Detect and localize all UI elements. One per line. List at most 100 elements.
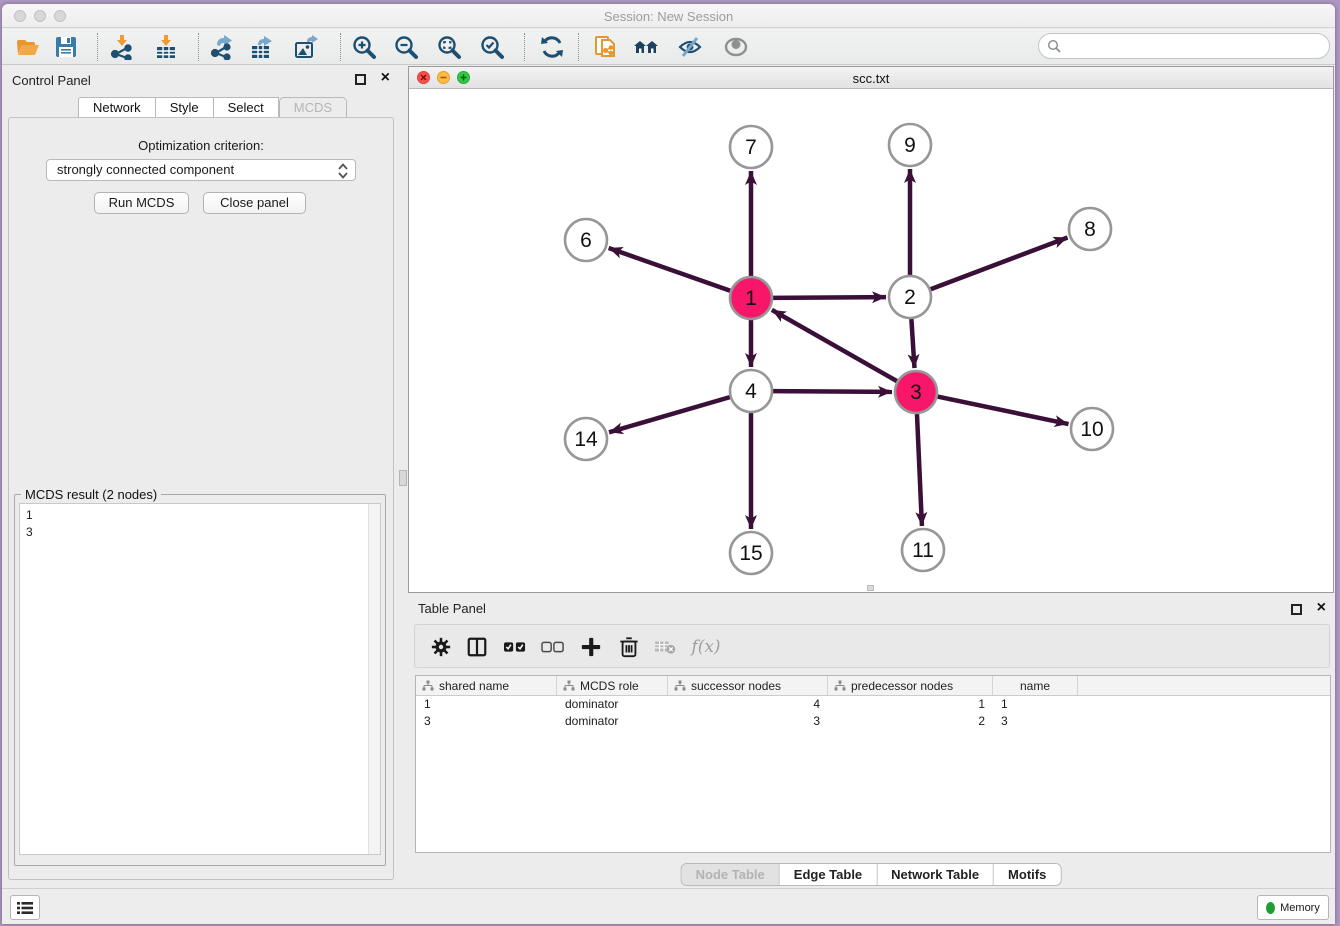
select-all-icon[interactable] (501, 633, 529, 661)
run-mcds-button[interactable]: Run MCDS (94, 192, 189, 214)
hierarchy-icon (834, 680, 846, 692)
zoom-fit-icon[interactable] (435, 33, 463, 61)
graph-node-10[interactable]: 10 (1071, 408, 1113, 450)
table-row[interactable]: 1 dominator 4 1 1 (416, 696, 1330, 713)
table-cell[interactable]: dominator (557, 713, 668, 730)
split-columns-icon[interactable] (463, 633, 491, 661)
export-network-icon[interactable] (208, 33, 236, 61)
criterion-select[interactable]: strongly connected component (46, 159, 356, 181)
column-label: name (1020, 679, 1050, 693)
graph-node-9[interactable]: 9 (889, 124, 931, 166)
tab-style[interactable]: Style (156, 97, 214, 118)
network-canvas[interactable]: 7 9 6 8 1 2 4 3 14 10 15 11 (409, 89, 1333, 592)
window-titlebar: Session: New Session (2, 4, 1335, 28)
close-panel-icon[interactable]: × (381, 69, 390, 87)
svg-text:10: 10 (1080, 418, 1103, 441)
panel-splitter-grip[interactable] (399, 470, 407, 486)
deselect-all-icon[interactable] (539, 633, 567, 661)
table-cell[interactable]: 3 (993, 713, 1078, 730)
graph-node-4[interactable]: 4 (730, 370, 772, 412)
open-session-icon[interactable] (14, 33, 42, 61)
task-history-button[interactable] (10, 895, 40, 920)
toolbar-separator (198, 33, 199, 61)
frame-resize-grip[interactable] (867, 585, 874, 591)
tab-mcds[interactable]: MCDS (279, 97, 347, 118)
graph-edge-1-6[interactable] (609, 248, 731, 291)
graph-edge-4-3[interactable] (773, 391, 892, 392)
function-builder-icon[interactable]: f(x) (687, 633, 725, 661)
graph-node-2[interactable]: 2 (889, 276, 931, 318)
search-icon (1047, 39, 1062, 54)
clone-network-icon[interactable] (592, 33, 620, 61)
first-neighbors-icon[interactable] (632, 33, 660, 61)
delete-icon[interactable] (615, 633, 643, 661)
graph-node-14[interactable]: 14 (565, 418, 607, 460)
close-panel-button[interactable]: Close panel (203, 192, 306, 214)
graph-edge-2-3[interactable] (911, 319, 914, 368)
graph-node-6[interactable]: 6 (565, 219, 607, 261)
result-scrollbar[interactable] (368, 504, 380, 854)
hierarchy-icon (563, 680, 575, 692)
svg-text:8: 8 (1084, 218, 1096, 241)
graph-node-15[interactable]: 15 (730, 532, 772, 574)
mcds-result-text[interactable]: 1 3 (19, 503, 381, 855)
graph-node-8[interactable]: 8 (1069, 208, 1111, 250)
save-session-icon[interactable] (52, 33, 80, 61)
tab-select[interactable]: Select (214, 97, 279, 118)
network-canvas-svg: 7 9 6 8 1 2 4 3 14 10 15 11 (409, 89, 1333, 592)
delete-table-icon[interactable] (651, 633, 679, 661)
column-header-name[interactable]: name (993, 676, 1078, 695)
node-table: shared name MCDS role successor nodes pr… (415, 675, 1331, 853)
add-column-icon[interactable] (577, 633, 605, 661)
tab-node-table[interactable]: Node Table (682, 864, 779, 885)
tab-network-table[interactable]: Network Table (876, 864, 993, 885)
mcds-result-title: MCDS result (2 nodes) (21, 487, 161, 502)
import-network-icon[interactable] (108, 33, 136, 61)
export-image-icon[interactable] (292, 33, 320, 61)
show-all-icon[interactable] (722, 33, 750, 61)
graph-node-11[interactable]: 11 (902, 529, 944, 571)
table-cell[interactable]: 4 (668, 696, 828, 713)
column-header-successor-nodes[interactable]: successor nodes (668, 676, 828, 695)
graph-edge-1-2[interactable] (773, 297, 886, 298)
graph-node-3[interactable]: 3 (895, 371, 937, 413)
close-table-panel-icon[interactable]: × (1317, 599, 1326, 617)
memory-label: Memory (1280, 902, 1320, 914)
float-panel-icon[interactable] (355, 74, 366, 85)
graph-edge-2-8[interactable] (931, 237, 1068, 289)
table-toolbar: f(x) (414, 624, 1330, 668)
table-cell[interactable]: 1 (416, 696, 557, 713)
tab-network[interactable]: Network (78, 97, 156, 118)
apply-layout-icon[interactable] (538, 33, 566, 61)
tab-motifs[interactable]: Motifs (993, 864, 1060, 885)
table-cell[interactable]: 3 (416, 713, 557, 730)
graph-edge-3-10[interactable] (938, 397, 1069, 425)
table-cell[interactable]: dominator (557, 696, 668, 713)
gear-icon[interactable] (427, 633, 455, 661)
column-header-mcds-role[interactable]: MCDS role (557, 676, 668, 695)
graph-edge-4-14[interactable] (609, 397, 730, 432)
table-cell[interactable]: 3 (668, 713, 828, 730)
table-cell[interactable]: 1 (828, 696, 993, 713)
float-table-panel-icon[interactable] (1291, 604, 1302, 615)
tab-edge-table[interactable]: Edge Table (779, 864, 876, 885)
export-table-icon[interactable] (248, 33, 276, 61)
svg-text:1: 1 (745, 287, 757, 310)
zoom-out-icon[interactable] (392, 33, 420, 61)
search-input[interactable] (1066, 36, 1329, 56)
table-cell[interactable]: 1 (993, 696, 1078, 713)
hide-selected-icon[interactable] (676, 33, 704, 61)
memory-button[interactable]: Memory (1257, 895, 1329, 920)
svg-text:9: 9 (904, 134, 916, 157)
graph-node-1[interactable]: 1 (730, 277, 772, 319)
graph-node-7[interactable]: 7 (730, 126, 772, 168)
table-cell[interactable]: 2 (828, 713, 993, 730)
column-header-shared-name[interactable]: shared name (416, 676, 557, 695)
zoom-in-icon[interactable] (350, 33, 378, 61)
graph-edge-3-11[interactable] (917, 414, 922, 526)
graph-edge-3-1[interactable] (772, 310, 897, 381)
table-row[interactable]: 3 dominator 3 2 3 (416, 713, 1330, 730)
column-header-predecessor-nodes[interactable]: predecessor nodes (828, 676, 993, 695)
import-table-icon[interactable] (152, 33, 180, 61)
zoom-selected-icon[interactable] (478, 33, 506, 61)
